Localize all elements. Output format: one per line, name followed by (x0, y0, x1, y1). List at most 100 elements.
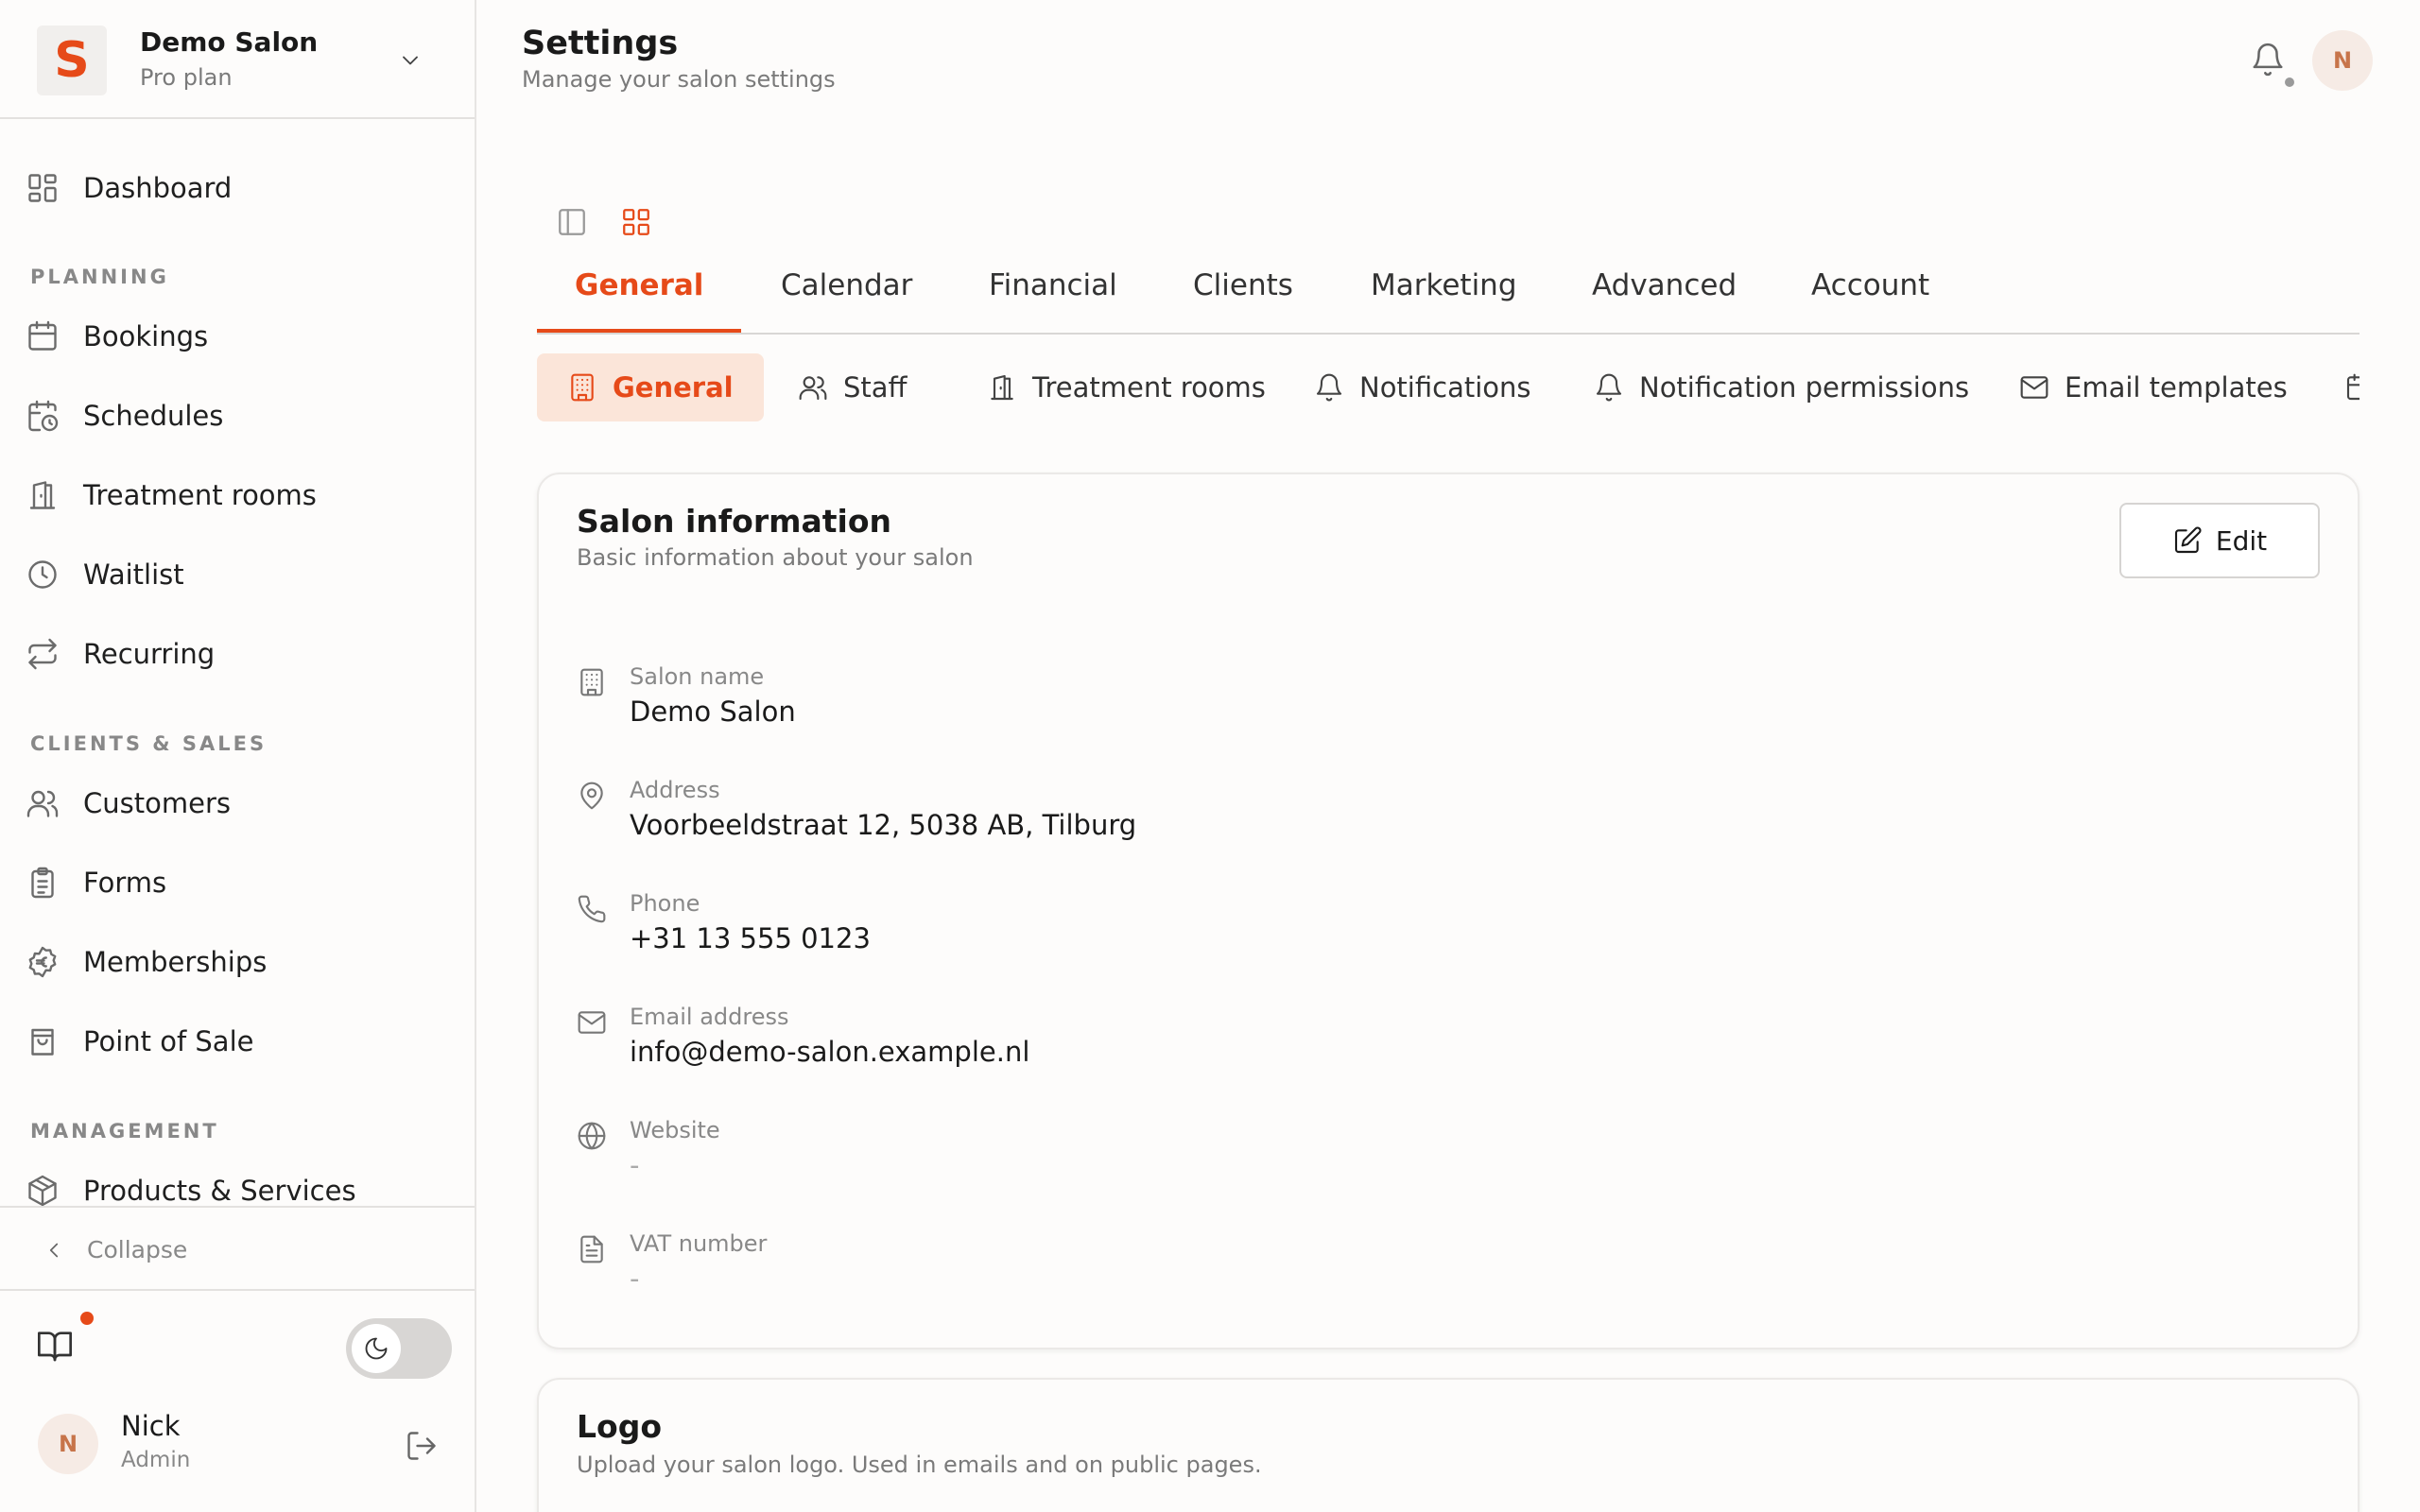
bell-icon[interactable] (2250, 42, 2286, 77)
field-website: Website - (577, 1117, 2089, 1193)
logo-card: Logo Upload your salon logo. Used in ema… (537, 1378, 2360, 1512)
field-label: VAT number (630, 1230, 768, 1257)
page-subtitle: Manage your salon settings (522, 66, 836, 93)
card-subtitle: Upload your salon logo. Used in emails a… (577, 1452, 1262, 1478)
sidebar-item-label: Customers (83, 787, 231, 819)
sidebar-item-label: Recurring (83, 638, 216, 670)
repeat-icon (23, 634, 62, 674)
field-label: Email address (630, 1004, 789, 1030)
field-value: Demo Salon (630, 696, 796, 728)
subtab-notification-permissions[interactable]: Notification permissions (1564, 353, 1999, 421)
field-address: Address Voorbeeldstraat 12, 5038 AB, Til… (577, 777, 2089, 852)
tab-financial[interactable]: Financial (989, 268, 1117, 333)
mail-icon (577, 1007, 607, 1038)
sidebar-item-label: Dashboard (83, 172, 233, 204)
globe-icon (577, 1121, 607, 1151)
clock-icon (23, 555, 62, 594)
collapse-label: Collapse (87, 1236, 188, 1263)
bell-icon (1594, 372, 1624, 403)
tab-marketing[interactable]: Marketing (1371, 268, 1517, 333)
sidebar-item-treatment-rooms[interactable]: Treatment rooms (23, 468, 458, 523)
sidebar-item-label: Forms (83, 867, 167, 899)
field-value: - (630, 1263, 640, 1295)
sidebar-item-recurring[interactable]: Recurring (23, 627, 458, 681)
sidebar-item-label: Products & Services (83, 1175, 356, 1207)
tab-calendar[interactable]: Calendar (781, 268, 912, 333)
overflow-tab-icon[interactable] (2344, 372, 2360, 404)
subtab-staff[interactable]: Staff (768, 353, 938, 421)
salon-information-card: Salon information Basic information abou… (537, 472, 2360, 1349)
chevron-down-icon[interactable] (397, 47, 424, 74)
sidebar-item-schedules[interactable]: Schedules (23, 388, 458, 443)
dashboard-icon (23, 168, 62, 208)
users-icon (798, 372, 828, 403)
sidebar-view-icon[interactable] (556, 206, 588, 238)
user-name: Nick (121, 1410, 181, 1442)
field-label: Phone (630, 890, 700, 917)
tab-clients[interactable]: Clients (1193, 268, 1293, 333)
card-title: Logo (577, 1408, 662, 1445)
nav-section-management: MANAGEMENT (30, 1120, 219, 1143)
subtab-general[interactable]: General (537, 353, 764, 421)
tab-advanced[interactable]: Advanced (1592, 268, 1737, 333)
field-label: Address (630, 777, 720, 803)
subtab-label: Treatment rooms (1032, 371, 1266, 404)
moon-icon (352, 1324, 401, 1373)
sidebar-item-forms[interactable]: Forms (23, 855, 458, 910)
book-open-icon[interactable] (36, 1327, 74, 1365)
sidebar-item-label: Memberships (83, 946, 268, 978)
sidebar-item-bookings[interactable]: Bookings (23, 309, 458, 364)
sidebar-item-customers[interactable]: Customers (23, 776, 458, 831)
shopping-bag-icon (23, 1022, 62, 1061)
subtab-label: Staff (843, 371, 908, 404)
sidebar: S Demo Salon Pro plan Dashboard PLANNING… (0, 0, 476, 1512)
tab-general[interactable]: General (537, 268, 742, 333)
sidebar-item-label: Treatment rooms (83, 479, 317, 511)
building-icon (567, 372, 597, 403)
sidebar-item-waitlist[interactable]: Waitlist (23, 547, 458, 602)
euro-badge-icon (23, 942, 62, 982)
nav-section-clients-sales: CLIENTS & SALES (30, 732, 268, 755)
page-title: Settings (522, 25, 679, 62)
package-icon (23, 1171, 62, 1211)
edit-label: Edit (2215, 524, 2268, 557)
sidebar-item-dashboard[interactable]: Dashboard (23, 161, 458, 215)
field-value: Voorbeeldstraat 12, 5038 AB, Tilburg (630, 809, 1137, 841)
field-value: - (630, 1149, 640, 1181)
field-email: Email address info@demo-salon.example.nl (577, 1004, 2089, 1079)
file-text-icon (577, 1234, 607, 1264)
logout-icon[interactable] (405, 1429, 439, 1463)
bell-icon (1314, 372, 1344, 403)
field-salon-name: Salon name Demo Salon (577, 663, 2089, 739)
card-title: Salon information (577, 503, 892, 540)
subtab-notifications[interactable]: Notifications (1284, 353, 1562, 421)
field-label: Website (630, 1117, 720, 1143)
calendar-icon (23, 317, 62, 356)
user-avatar[interactable]: N (38, 1414, 98, 1474)
edit-button[interactable]: Edit (2119, 503, 2320, 578)
field-vat-number: VAT number - (577, 1230, 2089, 1306)
sidebar-item-label: Schedules (83, 400, 224, 432)
subtab-label: General (613, 371, 734, 404)
clipboard-list-icon (23, 863, 62, 902)
dark-mode-toggle[interactable] (346, 1318, 452, 1379)
chevron-left-icon (42, 1238, 66, 1263)
phone-icon (577, 894, 607, 924)
sidebar-item-memberships[interactable]: Memberships (23, 935, 458, 989)
card-subtitle: Basic information about your salon (577, 544, 974, 571)
header-avatar[interactable]: N (2312, 30, 2373, 91)
tab-account[interactable]: Account (1811, 268, 1929, 333)
subtab-email-templates[interactable]: Email templates (1989, 353, 2318, 421)
building-icon (577, 667, 607, 697)
salon-switcher[interactable]: S Demo Salon Pro plan (0, 0, 475, 119)
sidebar-item-label: Bookings (83, 320, 209, 352)
grid-view-icon[interactable] (620, 206, 652, 238)
notification-dot (80, 1312, 94, 1325)
sidebar-item-point-of-sale[interactable]: Point of Sale (23, 1014, 458, 1069)
edit-icon (2172, 525, 2203, 556)
settings-tabs: General Calendar Financial Clients Marke… (537, 255, 2360, 335)
sidebar-item-label: Point of Sale (83, 1025, 254, 1057)
salon-name: Demo Salon (140, 26, 319, 58)
subtab-treatment-rooms[interactable]: Treatment rooms (957, 353, 1296, 421)
collapse-sidebar-button[interactable]: Collapse (0, 1206, 475, 1291)
